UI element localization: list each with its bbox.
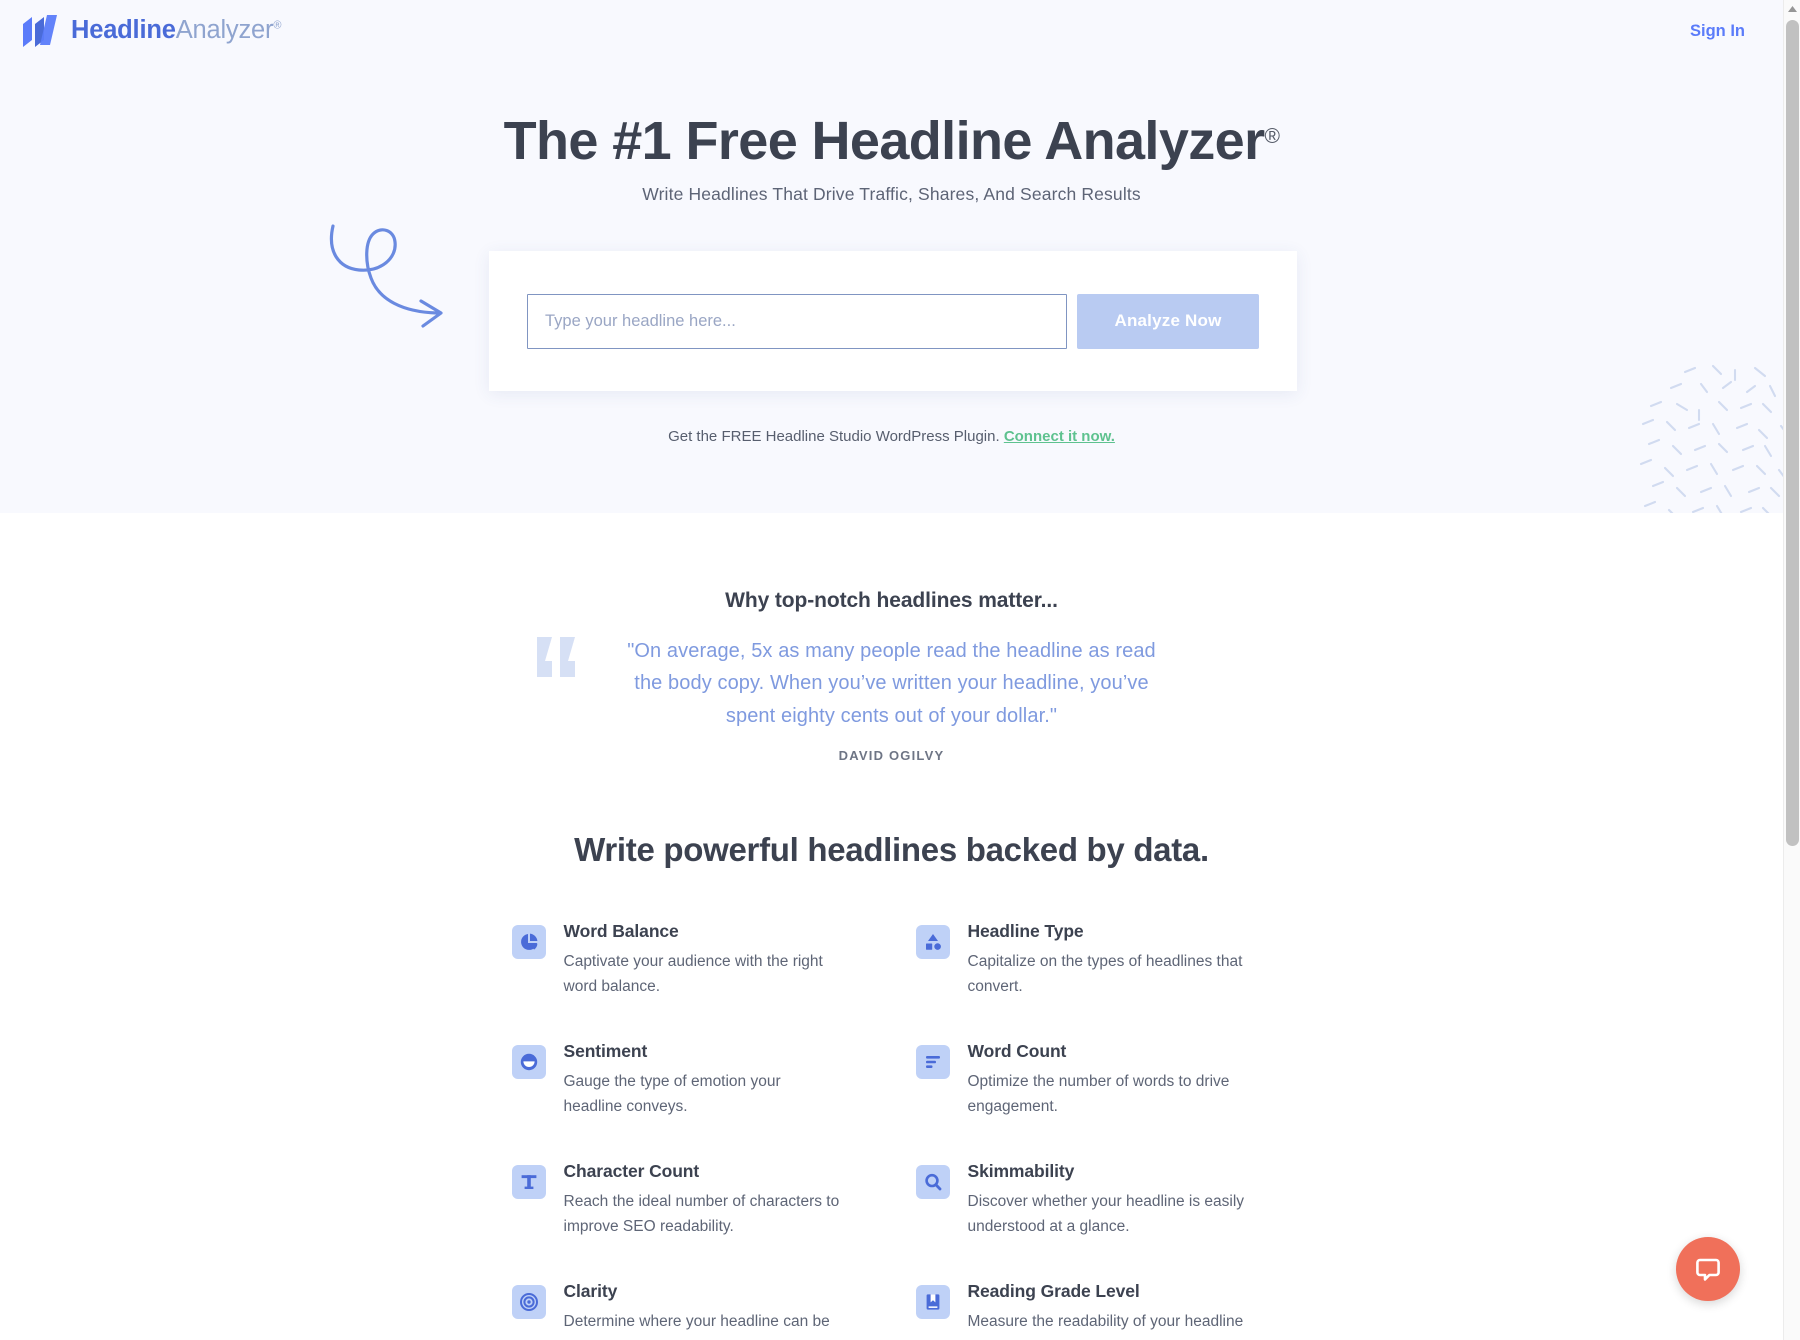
feature-body: Word Balance Captivate your audience wit… bbox=[564, 921, 844, 999]
feature-title: Sentiment bbox=[563, 1041, 648, 1062]
hero-section: HeadlineAnalyzer® Sign In The #1 Free He… bbox=[0, 0, 1783, 513]
features-heading: Write powerful headlines backed by data. bbox=[574, 831, 1209, 869]
logo-bars-icon bbox=[23, 15, 57, 47]
page-title-text: The #1 Free Headline Analyzer bbox=[503, 111, 1266, 171]
feature-description: Optimize the number of words to drive en… bbox=[967, 1073, 1230, 1116]
features-section: Write powerful headlines backed by data.… bbox=[0, 763, 1783, 1340]
feature-body: Reading Grade Level Measure the readabil… bbox=[968, 1281, 1244, 1334]
feature-item-word-count: Word Count Optimize the number of words … bbox=[915, 1041, 1272, 1161]
brand-logo[interactable]: HeadlineAnalyzer® bbox=[20, 14, 281, 48]
chat-widget-button[interactable] bbox=[1676, 1237, 1740, 1301]
quote-author: DAVID OGILVY bbox=[838, 748, 945, 764]
page-title: The #1 Free Headline Analyzer® bbox=[0, 110, 1783, 172]
feature-item-character-count: Character Count Reach the ideal number o… bbox=[511, 1161, 868, 1281]
pie-chart-icon bbox=[511, 925, 546, 960]
feature-description: Gauge the type of emotion your headline … bbox=[563, 1073, 781, 1116]
feature-description: Discover whether your headline is easily… bbox=[967, 1193, 1245, 1236]
feature-title: Word Balance bbox=[563, 921, 679, 942]
feature-item-skimmability: Skimmability Discover whether your headl… bbox=[915, 1161, 1272, 1281]
feature-body: Sentiment Gauge the type of emotion your… bbox=[564, 1041, 844, 1119]
feature-title: Skimmability bbox=[967, 1161, 1075, 1182]
feature-description: Determine where your headline can be bbox=[563, 1313, 830, 1331]
wordpress-plugin-promo: Get the FREE Headline Studio WordPress P… bbox=[0, 428, 1783, 445]
page-scrollbar[interactable] bbox=[1783, 0, 1800, 1340]
letter-t-icon bbox=[511, 1165, 546, 1200]
feature-title: Reading Grade Level bbox=[967, 1281, 1140, 1302]
feature-body: Skimmability Discover whether your headl… bbox=[968, 1161, 1248, 1239]
feature-description: Capitalize on the types of headlines tha… bbox=[967, 953, 1243, 996]
feature-body: Headline Type Capitalize on the types of… bbox=[968, 921, 1248, 999]
scrollbar-thumb[interactable] bbox=[1786, 20, 1799, 846]
feature-item-clarity: Clarity Determine where your headline ca… bbox=[511, 1281, 868, 1340]
plugin-promo-text: Get the FREE Headline Studio WordPress P… bbox=[668, 428, 1000, 445]
features-grid: Word Balance Captivate your audience wit… bbox=[511, 921, 1272, 1340]
feature-title: Clarity bbox=[563, 1281, 618, 1302]
feature-description: Reach the ideal number of characters to … bbox=[563, 1193, 840, 1236]
magnifier-icon bbox=[915, 1165, 950, 1200]
feature-title: Character Count bbox=[563, 1161, 700, 1182]
page-root: HeadlineAnalyzer® Sign In The #1 Free He… bbox=[0, 0, 1783, 1340]
logo-registered-mark: ® bbox=[273, 19, 282, 32]
feature-item-word-balance: Word Balance Captivate your audience wit… bbox=[511, 921, 868, 1041]
quote-section: Why top-notch headlines matter... "On av… bbox=[0, 513, 1783, 764]
feature-title: Headline Type bbox=[967, 921, 1084, 942]
shapes-icon bbox=[915, 925, 950, 960]
book-bookmark-icon bbox=[915, 1285, 950, 1320]
page-subtitle: Write Headlines That Drive Traffic, Shar… bbox=[642, 184, 1141, 204]
connect-plugin-link[interactable]: Connect it now. bbox=[1004, 428, 1115, 445]
quote-block: "On average, 5x as many people read the … bbox=[536, 635, 1172, 764]
analyze-now-button[interactable]: Analyze Now bbox=[1077, 293, 1259, 349]
target-icon bbox=[511, 1285, 546, 1320]
scrollbar-up-arrow[interactable] bbox=[1784, 0, 1800, 18]
logo-wordmark: HeadlineAnalyzer® bbox=[71, 18, 281, 44]
quote-text: "On average, 5x as many people read the … bbox=[627, 640, 1156, 727]
feature-item-headline-type: Headline Type Capitalize on the types of… bbox=[915, 921, 1272, 1041]
top-navigation-bar: HeadlineAnalyzer® Sign In bbox=[0, 0, 1783, 62]
title-registered-mark: ® bbox=[1264, 125, 1280, 148]
curly-arrow-decoration bbox=[329, 224, 443, 328]
feature-body: Character Count Reach the ideal number o… bbox=[564, 1161, 844, 1239]
headline-input[interactable] bbox=[527, 293, 1067, 349]
headline-analyzer-card: Analyze Now bbox=[489, 251, 1297, 391]
quotation-mark-icon bbox=[536, 637, 575, 677]
feature-description: Captivate your audience with the right w… bbox=[563, 953, 823, 996]
feature-item-sentiment: Sentiment Gauge the type of emotion your… bbox=[511, 1041, 868, 1161]
logo-bold-text: Headline bbox=[71, 16, 176, 45]
feature-item-reading-grade-level: Reading Grade Level Measure the readabil… bbox=[915, 1281, 1272, 1340]
quote-heading: Why top-notch headlines matter... bbox=[725, 589, 1058, 612]
feature-description: Measure the readability of your headline bbox=[967, 1313, 1244, 1331]
feature-body: Clarity Determine where your headline ca… bbox=[564, 1281, 830, 1334]
feature-title: Word Count bbox=[967, 1041, 1067, 1062]
chat-bubble-icon bbox=[1696, 1258, 1720, 1281]
feature-body: Word Count Optimize the number of words … bbox=[968, 1041, 1248, 1119]
text-lines-icon bbox=[915, 1045, 950, 1080]
sentiment-face-icon bbox=[511, 1045, 546, 1080]
logo-light-text: Analyzer bbox=[175, 16, 274, 45]
sign-in-link[interactable]: Sign In bbox=[1690, 22, 1745, 41]
